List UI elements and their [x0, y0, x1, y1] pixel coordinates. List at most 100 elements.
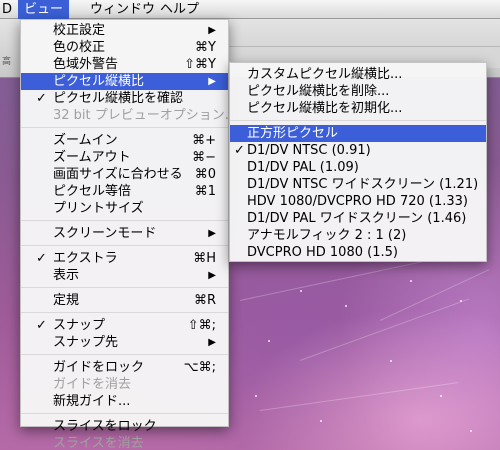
menu-item-label: ズームイン [53, 133, 118, 148]
menu-item-label: ピクセル縦横比を削除... [247, 84, 390, 99]
view-menu-item-item-4-0[interactable]: 定規 ⌘R [21, 292, 228, 309]
menu-item-shortcut: ⌘− [192, 150, 216, 165]
submenu-arrow-icon: ▶ [208, 337, 216, 348]
menubar: D ビュー ウィンドウ ヘルプ [0, 0, 500, 19]
menu-item-label: エクストラ [53, 251, 118, 266]
menu-separator [21, 354, 228, 355]
menu-item-label: プリントサイズ [53, 201, 144, 216]
aspect-submenu-item-hdv-1080-dvcpro-hd-720-1-33[interactable]: HDV 1080/DVCPRO HD 720 (1.33) [230, 193, 486, 210]
view-menu-item-item-5-0[interactable]: ✓ スナップ ⇧⌘; [21, 317, 228, 334]
menu-item-label: スライスをロック [53, 419, 157, 434]
wallpaper-star [410, 280, 412, 282]
view-menu-item-item-3-0[interactable]: ✓ エクストラ ⌘H [21, 250, 228, 267]
menu-separator [21, 413, 228, 414]
menu-item-label: ピクセル縦横比を初期化... [247, 101, 403, 116]
menu-item-label: ガイドをロック [53, 360, 145, 375]
view-menu-item-item-1-3[interactable]: ピクセル等倍 ⌘1 [21, 183, 228, 200]
view-menu-item-item-1-1[interactable]: ズームアウト ⌘− [21, 149, 228, 166]
menu-item-label: ピクセル縦横比 [53, 74, 145, 89]
menu-item-label: 色域外警告 [53, 57, 119, 72]
menu-item-label: 校正設定 [53, 23, 106, 38]
menu-separator [21, 127, 228, 128]
menu-separator [21, 287, 228, 288]
view-menu-item-item-5-1[interactable]: スナップ先 ▶ [21, 334, 228, 351]
aspect-submenu-item-item-1-0[interactable]: 正方形ピクセル [230, 125, 486, 142]
checkmark-icon: ✓ [36, 91, 47, 106]
wallpaper-star [300, 290, 302, 292]
view-menu-item-item-1-2[interactable]: 画面サイズに合わせる ⌘0 [21, 166, 228, 183]
view-menu-item-item-2-0[interactable]: スクリーンモード ▶ [21, 225, 228, 242]
view-menu-item-item-6-0[interactable]: ガイドをロック ⌥⌘; [21, 359, 228, 376]
checkmark-icon: ✓ [234, 143, 245, 158]
menu-item-shortcut: ⌘R [193, 293, 216, 308]
menu-item-label: 定規 [53, 293, 80, 308]
menu-item-shortcut: ⌘0 [194, 167, 216, 182]
menu-item-label: 色の校正 [53, 40, 106, 55]
menu-item-label: スナップ [53, 318, 106, 333]
menu-item-label: 新規ガイド... [53, 394, 131, 409]
wallpaper-star [440, 395, 442, 397]
aspect-submenu-item-d1-dv-pal-1-46[interactable]: D1/DV PAL ワイドスクリーン (1.46) [230, 210, 486, 227]
aspect-submenu-item-item-0-0[interactable]: カスタムピクセル縦横比... [230, 66, 486, 83]
view-menu-item-item-1-0[interactable]: ズームイン ⌘+ [21, 132, 228, 149]
menu-separator [21, 220, 228, 221]
menu-item-label: 表示 [53, 268, 80, 283]
menu-item-label: 画面サイズに合わせる [53, 167, 183, 182]
aspect-submenu-item-d1-dv-pal-1-09[interactable]: D1/DV PAL (1.09) [230, 159, 486, 176]
view-menu-item-item-0-1[interactable]: 色の校正 ⌘Y [21, 39, 228, 56]
wallpaper-star [255, 395, 257, 397]
menubar-item-help[interactable]: ヘルプ [154, 0, 205, 19]
menu-item-label: スクリーンモード [53, 226, 157, 241]
menubar-item-view[interactable]: ビュー [18, 0, 70, 19]
view-menu-item-item-0-4[interactable]: ✓ ピクセル縦横比を確認 [21, 90, 228, 107]
aspect-submenu-item-d1-dv-ntsc-1-21[interactable]: D1/DV NTSC ワイドスクリーン (1.21) [230, 176, 486, 193]
view-menu-item-item-0-0[interactable]: 校正設定 ▶ [21, 22, 228, 39]
wallpaper-streak [259, 382, 459, 411]
view-menu-item-item-7-0[interactable]: スライスをロック [21, 418, 228, 435]
checkmark-icon: ✓ [36, 318, 47, 333]
view-menu-item-item-1-4[interactable]: プリントサイズ [21, 200, 228, 217]
aspect-submenu-item-d1-dv-ntsc-0-91[interactable]: ✓ D1/DV NTSC (0.91) [230, 142, 486, 159]
menu-item-shortcut: ⇧⌘; [187, 318, 216, 333]
wallpaper-star [345, 305, 347, 307]
wallpaper-streak [379, 269, 489, 321]
view-menu-item-item-7-1: スライスを消去 [21, 435, 228, 450]
menu-item-label: HDV 1080/DVCPRO HD 720 (1.33) [247, 194, 468, 209]
menu-item-shortcut: ⌘H [193, 251, 216, 266]
aspect-submenu-item-2-1-2[interactable]: アナモルフィック 2 : 1 (2) [230, 227, 486, 244]
menu-item-label: 32 bit プレビューオプション... [53, 108, 238, 123]
menu-item-label: スナップ先 [53, 335, 119, 350]
view-menu-item-item-0-2[interactable]: 色域外警告 ⇧⌘Y [21, 56, 228, 73]
menu-item-label: アナモルフィック 2 : 1 (2) [247, 228, 407, 243]
view-menu-item-item-0-3[interactable]: ピクセル縦横比 ▶ [21, 73, 228, 90]
menubar-item-window[interactable]: ウィンドウ [84, 0, 161, 19]
menu-separator [230, 120, 486, 121]
menu-item-label: DVCPRO HD 1080 (1.5) [247, 245, 398, 260]
menu-item-label: ピクセル等倍 [53, 184, 132, 199]
menu-item-label: D1/DV PAL (1.09) [247, 160, 359, 175]
wallpaper-streak [299, 298, 470, 361]
menu-item-label: カスタムピクセル縦横比... [247, 67, 403, 82]
view-menu-item-item-6-1: ガイドを消去 [21, 376, 228, 393]
menu-item-label: D1/DV PAL ワイドスクリーン (1.46) [247, 211, 467, 226]
aspect-submenu-item-item-0-1[interactable]: ピクセル縦横比を削除... [230, 83, 486, 100]
menu-separator [21, 245, 228, 246]
menu-item-label: D1/DV NTSC (0.91) [247, 143, 371, 158]
submenu-arrow-icon: ▶ [208, 270, 216, 281]
app-partial-label: 高 [2, 57, 12, 67]
menu-item-label: スライスを消去 [53, 436, 144, 450]
menu-item-label: ガイドを消去 [53, 377, 132, 392]
view-menu-item-item-6-2[interactable]: 新規ガイド... [21, 393, 228, 410]
menubar-item-partial[interactable]: D [0, 0, 18, 19]
aspect-submenu-item-item-0-2[interactable]: ピクセル縦横比を初期化... [230, 100, 486, 117]
wallpaper-star [460, 300, 462, 302]
menu-item-label: D1/DV NTSC ワイドスクリーン (1.21) [247, 177, 479, 192]
wallpaper-star [268, 340, 270, 342]
menu-item-label: ズームアウト [53, 150, 131, 165]
menu-item-shortcut: ⌥⌘; [183, 360, 216, 375]
pixel-aspect-ratio-submenu: カスタムピクセル縦横比... ピクセル縦横比を削除... ピクセル縦横比を初期化..… [229, 62, 487, 262]
menu-item-shortcut: ⌘+ [192, 133, 216, 148]
view-menu-item-item-3-1[interactable]: 表示 ▶ [21, 267, 228, 284]
submenu-arrow-icon: ▶ [208, 228, 216, 239]
aspect-submenu-item-dvcpro-hd-1080-1-5[interactable]: DVCPRO HD 1080 (1.5) [230, 244, 486, 261]
